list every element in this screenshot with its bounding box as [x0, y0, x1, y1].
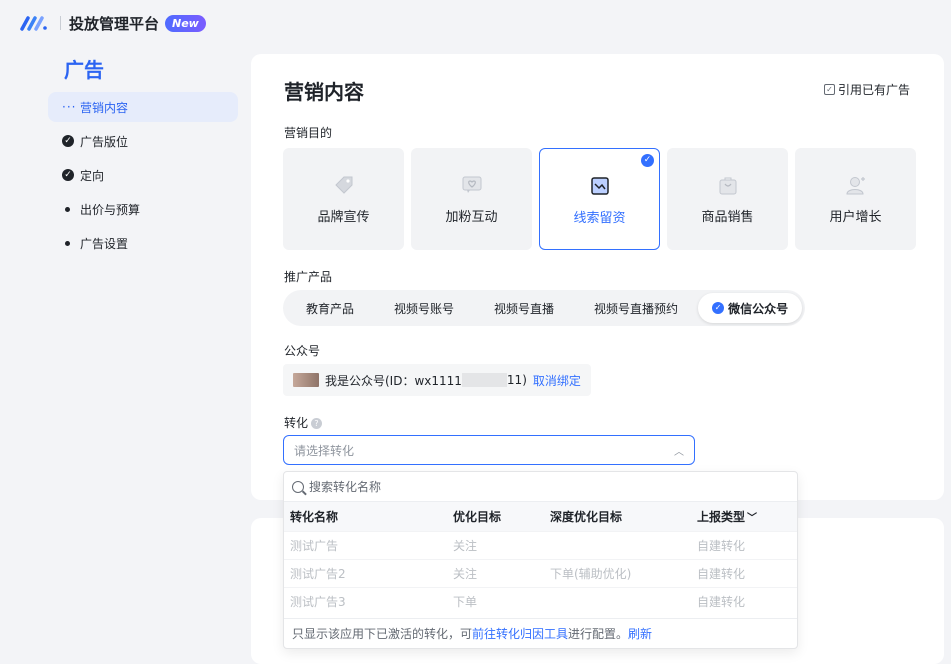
sidebar-item-label: 定向: [80, 168, 105, 183]
cite-icon: ✓: [823, 84, 835, 95]
search-placeholder: 搜索转化名称: [309, 480, 382, 494]
heart-chat-icon: [461, 174, 483, 196]
account-id-prefix: 我是公众号(ID：wx1111: [325, 373, 462, 388]
goal-label: 用户增长: [829, 210, 882, 225]
top-bar: 投放管理平台 New: [0, 0, 951, 46]
column-header: 转化名称: [284, 502, 447, 531]
goal-label: 商品销售: [701, 210, 754, 225]
selected-check-icon: ✓: [712, 302, 725, 314]
footer-text: 进行配置。: [568, 627, 629, 641]
goal-label: 线索留资: [573, 211, 626, 226]
sidebar-item-label: 广告版位: [80, 134, 129, 149]
cell: [544, 530, 691, 559]
column-header: 优化目标: [447, 502, 544, 531]
product-option-official-account[interactable]: ✓ 微信公众号: [698, 293, 803, 323]
help-icon[interactable]: ?: [311, 418, 323, 429]
page-title: 营销内容: [284, 80, 364, 104]
cell: 下单(辅助优化): [544, 558, 691, 587]
cell: 关注: [447, 558, 544, 587]
goal-section-label: 营销目的: [284, 126, 333, 140]
cell: 关注: [447, 530, 544, 559]
conversion-label: 转化: [284, 416, 309, 430]
sidebar-item-ad-settings[interactable]: 广告设置: [48, 228, 238, 258]
product-option-channels-account[interactable]: 视频号账号: [374, 293, 474, 323]
bullet-icon: [62, 240, 80, 246]
product-option-education[interactable]: 教育产品: [286, 293, 374, 323]
marketing-content-card: 营销内容 ✓ 引用已有广告 营销目的 品牌宣传 加粉互动 ✓ 线索留资 商品销售…: [251, 54, 944, 500]
table-row: 测试广告3 下单 自建转化: [284, 586, 797, 615]
cell: 下单: [447, 586, 544, 615]
product-option-label: 微信公众号: [728, 301, 789, 316]
sidebar: 广告 ··· 营销内容 ✓ 广告版位 ✓ 定向 出价与预算 广告设置: [48, 54, 238, 262]
attribution-tool-link[interactable]: 前往转化归因工具: [472, 625, 568, 642]
conversion-table: 转化名称 优化目标 深度优化目标 上报类型 ﹀ 测试广告 关注 自建转化 测试广告…: [284, 502, 797, 615]
leads-icon: [589, 175, 611, 197]
sidebar-title: 广告: [64, 58, 104, 82]
goal-label: 品牌宣传: [317, 210, 370, 225]
cell: 测试广告2: [284, 558, 447, 587]
app-title: 投放管理平台: [69, 14, 160, 33]
goal-option-sales[interactable]: 商品销售: [667, 148, 788, 250]
goal-option-follow[interactable]: 加粉互动: [411, 148, 532, 250]
product-option-channels-live[interactable]: 视频号直播: [474, 293, 574, 323]
cell: 测试广告: [284, 530, 447, 559]
sidebar-item-ad-placement[interactable]: ✓ 广告版位: [48, 126, 238, 156]
avatar: [293, 373, 319, 387]
cell: 测试广告3: [284, 586, 447, 615]
footer-text: 只显示该应用下已激活的转化，可: [292, 627, 473, 641]
sidebar-item-marketing-content[interactable]: ··· 营销内容: [48, 92, 238, 122]
shopping-bag-icon: [717, 174, 739, 196]
sidebar-item-label: 广告设置: [80, 236, 129, 251]
conversion-dropdown: 搜索转化名称 转化名称 优化目标 深度优化目标 上报类型 ﹀ 测试广告 关注 自建…: [283, 471, 798, 649]
product-section-label: 推广产品: [284, 270, 333, 284]
table-row: 测试广告 关注 自建转化: [284, 530, 797, 559]
goal-option-leads[interactable]: ✓ 线索留资: [539, 148, 660, 250]
tag-icon: [333, 174, 355, 196]
account-id-suffix: 11): [506, 373, 527, 387]
chevron-down-icon: ﹀: [747, 512, 758, 524]
product-option-channels-live-reservation[interactable]: 视频号直播预约: [574, 293, 698, 323]
column-header: 深度优化目标: [544, 502, 691, 531]
logo-icon: [20, 14, 50, 32]
sidebar-item-label: 出价与预算: [80, 202, 141, 217]
conversion-section-label: 转化?: [284, 414, 323, 431]
cell: 自建转化: [691, 558, 797, 587]
cite-existing-ad-link[interactable]: ✓ 引用已有广告: [823, 81, 910, 98]
marketing-goal-options: 品牌宣传 加粉互动 ✓ 线索留资 商品销售 用户增长: [283, 148, 916, 250]
cell: 自建转化: [691, 586, 797, 615]
account-section-label: 公众号: [284, 344, 321, 358]
conversion-select[interactable]: 请选择转化 ︿: [283, 435, 695, 465]
user-add-icon: [845, 174, 867, 196]
goal-label: 加粉互动: [445, 210, 498, 225]
conversion-select-placeholder: 请选择转化: [294, 443, 355, 458]
refresh-link[interactable]: 刷新: [628, 625, 652, 642]
column-header-label: 上报类型: [697, 509, 746, 524]
dropdown-footer: 只显示该应用下已激活的转化，可 前往转化归因工具 进行配置。 刷新: [284, 618, 797, 648]
table-header: 转化名称 优化目标 深度优化目标 上报类型 ﹀: [284, 502, 797, 531]
cite-link-label: 引用已有广告: [837, 83, 910, 97]
column-header-report-type[interactable]: 上报类型 ﹀: [691, 502, 797, 531]
header-divider: [60, 16, 61, 30]
search-icon: [292, 480, 304, 493]
check-circle-icon: ✓: [62, 135, 80, 147]
cell: 自建转化: [691, 530, 797, 559]
cell: [544, 586, 691, 615]
product-segmented-control: 教育产品 视频号账号 视频号直播 视频号直播预约 ✓ 微信公众号: [283, 290, 806, 326]
unbind-link[interactable]: 取消绑定: [533, 372, 581, 389]
chevron-up-icon: ︿: [674, 446, 684, 458]
goal-option-user-growth[interactable]: 用户增长: [795, 148, 916, 250]
bound-account: 我是公众号(ID：wx1111 11) 取消绑定: [283, 364, 591, 396]
sidebar-item-label: 营销内容: [80, 100, 129, 115]
in-progress-icon: ···: [62, 100, 77, 114]
table-row: 测试广告2 关注 下单(辅助优化) 自建转化: [284, 558, 797, 587]
redacted-block: [461, 373, 507, 387]
sidebar-item-bid-budget[interactable]: 出价与预算: [48, 194, 238, 224]
sidebar-item-targeting[interactable]: ✓ 定向: [48, 160, 238, 190]
check-circle-icon: ✓: [62, 169, 80, 181]
new-badge: New: [165, 14, 206, 32]
goal-option-brand[interactable]: 品牌宣传: [283, 148, 404, 250]
bullet-icon: [62, 206, 80, 212]
selected-check-icon: ✓: [641, 154, 654, 167]
conversion-search-input[interactable]: 搜索转化名称: [284, 472, 797, 502]
